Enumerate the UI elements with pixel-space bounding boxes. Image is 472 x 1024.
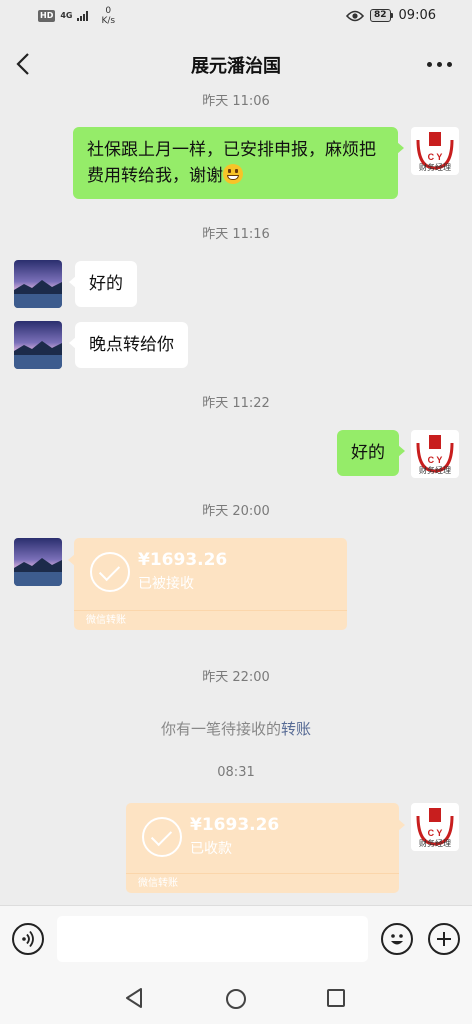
check-circle-icon [142,817,182,857]
eye-icon [346,10,364,21]
message-input[interactable] [57,916,368,962]
smiley-icon [391,934,403,945]
svg-text:C Y: C Y [428,152,443,162]
transfer-link[interactable]: 转账 [281,720,311,738]
signal-icon [77,11,89,21]
speed-unit: K/s [101,16,116,26]
transfer-amount: ¥1693.26 [138,550,228,570]
more-options-button[interactable] [427,54,452,74]
timestamp: 昨天 11:16 [202,227,270,242]
voice-button[interactable] [12,923,44,955]
system-message: 你有一笔待接收的转账 [0,718,472,739]
transfer-card-received[interactable]: ¥1693.26 已被接收 微信转账 [68,538,347,630]
nav-home-icon[interactable] [226,989,246,1009]
system-nav-bar [0,973,472,1024]
network-type: 4G [60,11,73,20]
timestamp: 昨天 11:22 [202,396,270,411]
my-avatar[interactable]: C Y 财务经理 [411,803,459,851]
hd-indicator: HD [38,10,56,22]
input-bar [0,905,472,974]
grin-emoji-icon [223,164,243,184]
system-message-text: 你有一笔待接收的 [160,720,281,738]
message-bubble-received[interactable]: 晚点转给你 [69,322,188,368]
transfer-footer: 微信转账 [126,873,399,893]
battery-level: 82 [370,9,391,22]
transfer-card-sent[interactable]: ¥1693.26 已收款 微信转账 [126,803,405,893]
emoji-button[interactable] [381,923,413,955]
timestamp: 昨天 11:06 [202,94,270,109]
svg-text:C Y: C Y [428,828,443,838]
chat-header: 展元潘治国 [0,44,472,84]
clock: 09:06 [398,8,436,23]
contact-avatar[interactable] [14,260,62,308]
check-circle-icon [90,552,130,592]
avatar-caption: 财务经理 [419,839,451,848]
transfer-status: 已收款 [190,841,232,857]
transfer-footer: 微信转账 [74,610,347,630]
network-speed: 0 K/s [101,6,115,26]
plus-button[interactable] [428,923,460,955]
nav-back-icon[interactable] [124,987,144,1009]
my-avatar[interactable]: C Y 财务经理 [411,127,459,175]
status-bar: HD 4G 0 K/s 82 09:06 [0,0,472,36]
svg-text:C Y: C Y [428,455,443,465]
timestamp: 昨天 22:00 [202,670,270,685]
message-text: 好的 [351,443,385,463]
message-bubble-sent[interactable]: 好的 [337,430,405,476]
chat-title: 展元潘治国 [191,56,281,77]
nav-recent-icon[interactable] [327,989,345,1007]
speed-value: 0 [105,6,112,16]
message-bubble-received[interactable]: 好的 [69,261,137,307]
timestamp: 昨天 20:00 [202,504,270,519]
contact-avatar[interactable] [14,321,62,369]
timestamp: 08:31 [217,765,255,780]
message-text: 好的 [89,274,123,294]
battery-icon: 82 [370,9,393,22]
transfer-amount: ¥1693.26 [190,815,280,835]
my-avatar[interactable]: C Y 财务经理 [411,430,459,478]
contact-avatar[interactable] [14,538,62,586]
avatar-caption: 财务经理 [419,163,451,172]
avatar-caption: 财务经理 [419,466,451,475]
voice-icon [22,930,34,948]
message-bubble-sent[interactable]: 社保跟上月一样，已安排申报，麻烦把费用转给我，谢谢 [73,127,404,199]
plus-icon [437,932,451,946]
message-text: 晚点转给你 [89,335,174,355]
transfer-status: 已被接收 [138,576,194,592]
